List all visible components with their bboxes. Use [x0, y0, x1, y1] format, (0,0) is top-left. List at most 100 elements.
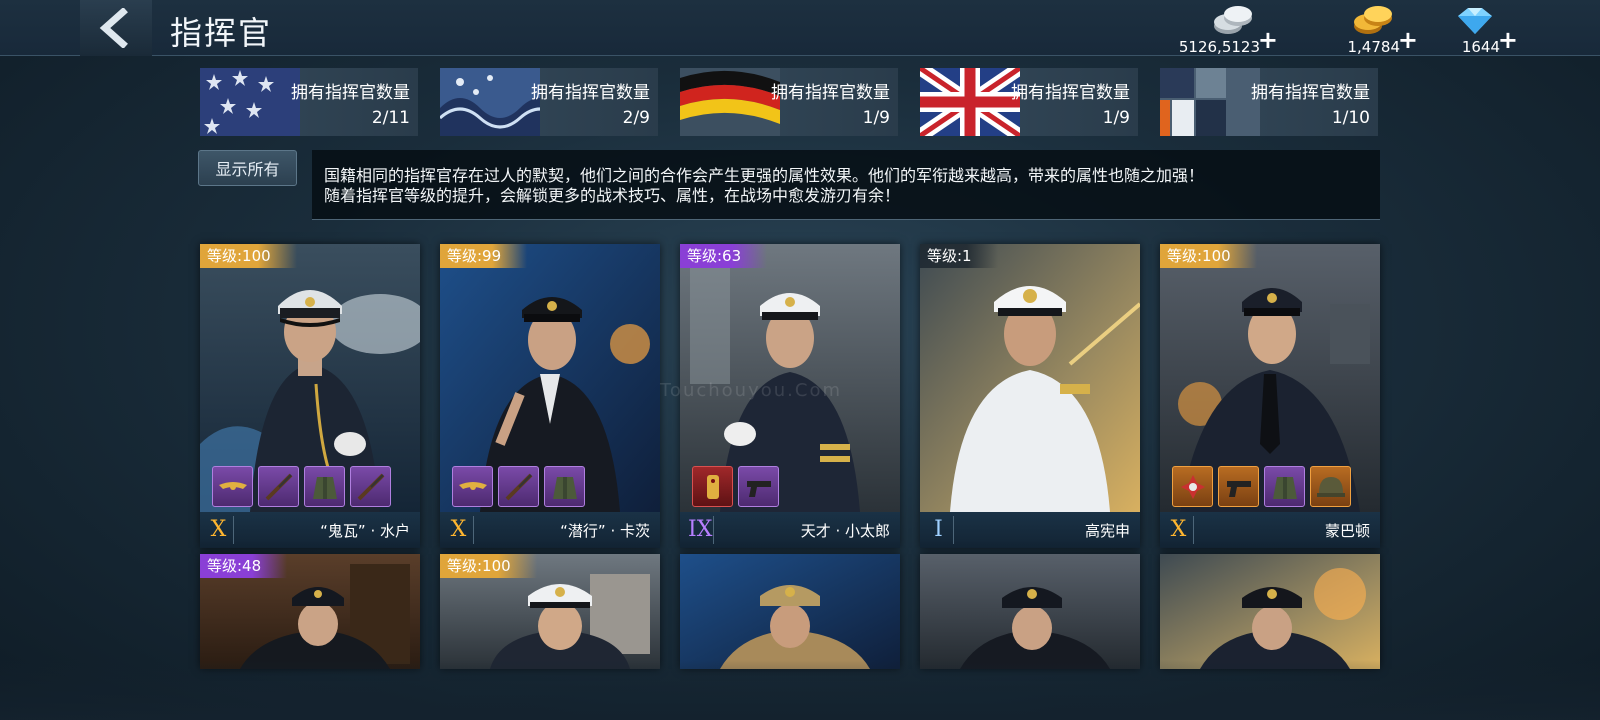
info-description: 国籍相同的指挥官存在过人的默契，他们之间的合作会产生更强的属性效果。他们的军衔越… — [312, 150, 1380, 220]
faction-tab-uk[interactable]: 拥有指挥官数量 1/9 — [920, 68, 1138, 136]
commander-name: 天才 · 小太郎 — [800, 522, 890, 540]
eagle-badge-icon — [218, 481, 247, 490]
rank-numeral: X — [1168, 516, 1194, 544]
info-line-1: 国籍相同的指挥官存在过人的默契，他们之间的合作会产生更强的属性效果。他们的军衔越… — [324, 166, 1205, 185]
equipment-slots — [1172, 466, 1351, 507]
equipment-slot[interactable] — [738, 466, 779, 507]
equipment-slot[interactable] — [1172, 466, 1213, 507]
rank-numeral: X — [448, 516, 474, 544]
commander-portrait — [1160, 554, 1380, 669]
commander-namebar: X 蒙巴顿 — [1160, 512, 1380, 548]
faction-tab-germany[interactable]: 拥有指挥官数量 1/9 — [680, 68, 898, 136]
faction-label: 拥有指挥官数量 — [291, 83, 410, 103]
japan-wave-flag-icon — [440, 68, 540, 136]
commander-name: “鬼瓦” · 水户 — [320, 522, 410, 540]
commander-card[interactable] — [680, 554, 900, 669]
level-badge: 等级:100 — [200, 244, 297, 268]
equipment-slot[interactable] — [452, 466, 493, 507]
add-diamond-button[interactable]: + — [1498, 26, 1518, 54]
commander-card[interactable]: 等级:100 X “鬼瓦” · 水户 — [200, 244, 420, 548]
commander-card[interactable]: 等级:1 I 高宪申 — [920, 244, 1140, 548]
commander-card[interactable]: 等级:48 — [200, 554, 420, 669]
faction-tab-soviet[interactable]: 拥有指挥官数量 1/10 — [1160, 68, 1378, 136]
commander-namebar: X “鬼瓦” · 水户 — [200, 512, 420, 548]
equipment-slot[interactable] — [258, 466, 299, 507]
commander-namebar: I 高宪申 — [920, 512, 1140, 548]
back-arrow-icon — [99, 8, 128, 48]
commander-portrait — [680, 554, 900, 669]
faction-label: 拥有指挥官数量 — [1011, 83, 1130, 103]
back-button[interactable] — [80, 0, 152, 56]
bottom-fade — [0, 660, 1600, 720]
faction-tab-japan[interactable]: 拥有指挥官数量 2/9 — [440, 68, 658, 136]
faction-count: 2/9 — [622, 108, 650, 128]
commander-namebar: X “潜行” · 卡茨 — [440, 512, 660, 548]
gold-coins-icon — [1354, 6, 1392, 34]
commander-name: 蒙巴顿 — [1324, 522, 1370, 540]
watermark: Touchouyou.Com — [660, 380, 842, 401]
soviet-flag-icon — [1160, 68, 1260, 136]
eagle-badge-icon — [458, 481, 487, 490]
equipment-slot[interactable] — [212, 466, 253, 507]
level-badge: 等级:100 — [1160, 244, 1257, 268]
gold-currency[interactable]: 1,4784 + — [1320, 2, 1420, 56]
commander-card[interactable]: 等级:100 X 蒙巴顿 — [1160, 244, 1380, 548]
equipment-slot[interactable] — [1218, 466, 1259, 507]
equipment-slot[interactable] — [498, 466, 539, 507]
shoulder-board-icon — [706, 474, 719, 499]
diamond-amount: 1644 — [1461, 38, 1500, 56]
faction-label: 拥有指挥官数量 — [531, 83, 650, 103]
silver-coins-icon — [1214, 6, 1252, 34]
commander-name: 高宪申 — [1084, 522, 1130, 540]
silver-currency[interactable]: 5126,5123 + — [1178, 2, 1280, 56]
commander-portrait — [920, 244, 1140, 512]
germany-flag-icon — [680, 68, 780, 136]
equipment-slots — [692, 466, 779, 507]
faction-count: 2/11 — [371, 108, 410, 128]
equipment-slot[interactable] — [1264, 466, 1305, 507]
equipment-slot[interactable] — [304, 466, 345, 507]
top-bar: 指挥官 5126,5123 + 1,4784 + 1644 + — [0, 0, 1600, 56]
pistol-icon — [1226, 480, 1251, 497]
rifle-icon — [505, 473, 532, 500]
faction-label: 拥有指挥官数量 — [1251, 83, 1370, 103]
equipment-slots — [452, 466, 585, 507]
helmet-icon — [1316, 476, 1345, 497]
commander-card[interactable]: 等级:100 — [440, 554, 660, 669]
show-all-button[interactable]: 显示所有 — [198, 150, 297, 186]
rifle-icon — [357, 473, 384, 500]
equipment-slots — [212, 466, 391, 507]
equipment-slot[interactable] — [692, 466, 733, 507]
commander-namebar: IX 天才 · 小太郎 — [680, 512, 900, 548]
equipment-slot[interactable] — [1310, 466, 1351, 507]
equipment-slot[interactable] — [544, 466, 585, 507]
uniform-icon — [312, 476, 337, 499]
info-line-2: 随着指挥官等级的提升，会解锁更多的战术技巧、属性，在战场中愈发游刃有余！ — [324, 186, 901, 205]
uniform-icon — [1272, 476, 1297, 499]
diamond-currency[interactable]: 1644 + — [1420, 2, 1520, 56]
faction-tab-usa[interactable]: 拥有指挥官数量 2/11 — [200, 68, 418, 136]
add-gold-button[interactable]: + — [1398, 26, 1418, 54]
diamond-icon — [1458, 8, 1492, 34]
gold-amount: 1,4784 — [1347, 38, 1401, 56]
commander-card[interactable] — [1160, 554, 1380, 669]
usa-flag-icon — [200, 68, 300, 136]
medal-cross-icon — [1180, 474, 1205, 499]
equipment-slot[interactable] — [350, 466, 391, 507]
silver-amount: 5126,5123 — [1178, 38, 1260, 56]
pistol-icon — [746, 480, 771, 497]
faction-count: 1/9 — [862, 108, 890, 128]
rank-numeral: I — [928, 516, 954, 544]
level-badge: 等级:99 — [440, 244, 528, 268]
uniform-icon — [552, 476, 577, 499]
level-badge: 等级:1 — [920, 244, 998, 268]
level-badge: 等级:48 — [200, 554, 288, 578]
commander-card[interactable] — [920, 554, 1140, 669]
rank-numeral: IX — [688, 516, 714, 544]
commander-card[interactable]: 等级:99 X “潜行” · 卡茨 — [440, 244, 660, 548]
commander-name: “潜行” · 卡茨 — [560, 522, 650, 540]
faction-label: 拥有指挥官数量 — [771, 83, 890, 103]
page-title: 指挥官 — [170, 14, 273, 52]
add-silver-button[interactable]: + — [1258, 26, 1278, 54]
rank-numeral: X — [208, 516, 234, 544]
